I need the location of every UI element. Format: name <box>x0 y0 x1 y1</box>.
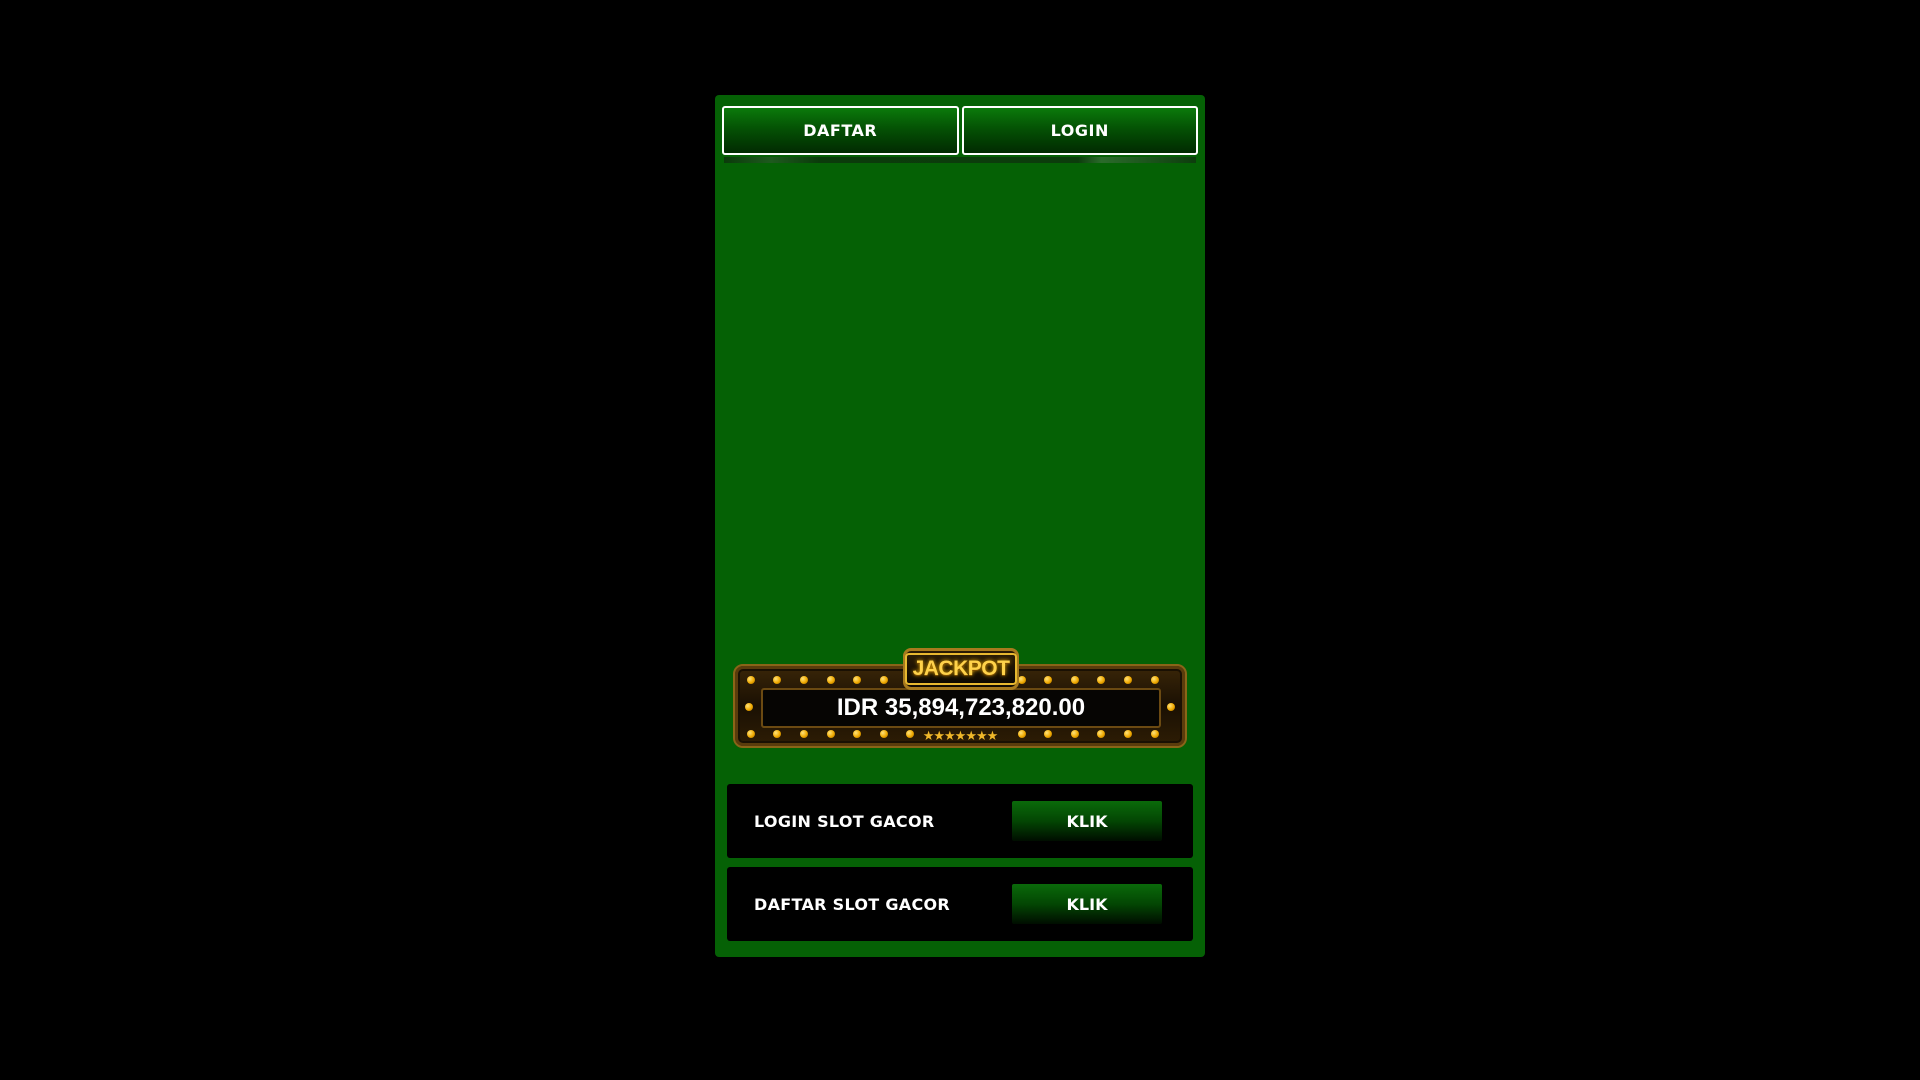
jackpot-amount: IDR 35,894,723,820.00 <box>761 688 1161 728</box>
jackpot-light <box>1044 730 1052 738</box>
jackpot-stars-icon: ★★★★★★★ <box>922 729 999 744</box>
login-slot-row: LOGIN SLOT GACOR KLIK <box>727 784 1193 858</box>
login-button[interactable]: LOGIN <box>961 106 1198 155</box>
login-slot-label: LOGIN SLOT GACOR <box>754 811 935 831</box>
jackpot-light <box>880 730 888 738</box>
jackpot-light <box>853 730 861 738</box>
jackpot-light <box>1071 730 1079 738</box>
jackpot-light <box>1124 676 1132 684</box>
register-slot-label: DAFTAR SLOT GACOR <box>754 894 951 914</box>
jackpot-light <box>1018 730 1026 738</box>
jackpot-light <box>1097 730 1105 738</box>
jackpot-light <box>1151 730 1159 738</box>
jackpot-light <box>800 730 808 738</box>
jackpot-badge: JACKPOT <box>903 648 1019 690</box>
jackpot-light <box>747 676 755 684</box>
jackpot-light <box>1124 730 1132 738</box>
top-navigation: DAFTAR LOGIN <box>722 106 1198 155</box>
jackpot-light <box>1018 676 1026 684</box>
jackpot-marquee: IDR 35,894,723,820.00 JACKPOT ★★★★★★★ <box>733 648 1187 748</box>
jackpot-light <box>800 676 808 684</box>
jackpot-light <box>1167 703 1175 711</box>
jackpot-light <box>1071 676 1079 684</box>
banner-area <box>724 163 1196 643</box>
jackpot-light <box>773 730 781 738</box>
jackpot-light <box>1044 676 1052 684</box>
jackpot-light <box>827 730 835 738</box>
jackpot-light <box>853 676 861 684</box>
jackpot-light <box>1151 676 1159 684</box>
main-panel: DAFTAR LOGIN IDR 35,894,723,820.00 JACKP… <box>715 95 1205 957</box>
jackpot-light <box>1097 676 1105 684</box>
register-button[interactable]: DAFTAR <box>722 106 959 155</box>
jackpot-title: JACKPOT <box>904 653 1018 685</box>
jackpot-light <box>747 730 755 738</box>
jackpot-light <box>880 676 888 684</box>
jackpot-light <box>827 676 835 684</box>
login-slot-klik-button[interactable]: KLIK <box>1012 801 1162 841</box>
jackpot-light <box>745 703 753 711</box>
register-slot-row: DAFTAR SLOT GACOR KLIK <box>727 867 1193 941</box>
jackpot-light <box>773 676 781 684</box>
register-slot-klik-button[interactable]: KLIK <box>1012 884 1162 924</box>
